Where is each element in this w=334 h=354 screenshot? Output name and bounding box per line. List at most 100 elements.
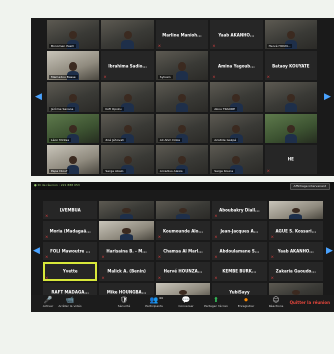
- participant-name: Malick A. (Benin): [107, 268, 146, 274]
- participant-tile[interactable]: Zoé Jéhovah: [101, 113, 154, 143]
- participant-tile[interactable]: Arcadius Alexis: [155, 144, 209, 174]
- speaker-view-button[interactable]: Affichage intervenant: [289, 183, 330, 190]
- participant-name: Yvette: [62, 268, 78, 274]
- participant-tile[interactable]: Jérôme Sansoa: [47, 82, 100, 112]
- muted-microphone-icon: ⨯: [45, 274, 49, 280]
- share-screen-button[interactable]: ⬆ Partager l'écran: [201, 297, 231, 309]
- participant-tile[interactable]: Aboubakry Diall... ⨯: [212, 201, 267, 220]
- participant-name: Arcadius Alexis: [157, 169, 185, 173]
- participant-name: Mike HOUNGBA...: [106, 289, 147, 295]
- leave-meeting-button[interactable]: Quitter la réunion: [290, 300, 330, 305]
- participants-button[interactable]: 👥 Participants: [139, 297, 169, 309]
- muted-microphone-icon: ⨯: [270, 233, 274, 239]
- chat-button[interactable]: 💬 Converser: [171, 297, 201, 309]
- participant-tile[interactable]: Amina Yagoub... ⨯: [210, 51, 263, 81]
- toolbar-label: Partager l'écran: [204, 304, 228, 308]
- participant-tile[interactable]: AGUE S. Kossari... ⨯: [268, 221, 323, 240]
- participant-tile[interactable]: Mamadou Basse: [47, 51, 100, 81]
- participant-tile[interactable]: [101, 20, 154, 50]
- participant-tile[interactable]: [264, 82, 317, 112]
- participant-name: RAFT MADAGA...: [51, 289, 89, 295]
- participant-tile[interactable]: Yvette ⨯: [43, 262, 98, 281]
- muted-microphone-icon: ⨯: [157, 254, 162, 260]
- participant-name: FOLI Mawoutre ...: [50, 248, 91, 254]
- participant-tile[interactable]: [155, 201, 211, 220]
- participant-tile[interactable]: Kofi Opoku: [101, 82, 154, 112]
- muted-microphone-icon: ⨯: [157, 233, 162, 239]
- participant-tile[interactable]: Chamsa Al Marl... ⨯: [155, 241, 211, 261]
- participant-grid-top: Bonomen Pesih Marline Manioh... ⨯ Yaab AKAN…: [47, 20, 317, 174]
- toolbar-label: Réactions: [268, 304, 284, 308]
- reactions-button[interactable]: ☺ Réactions: [261, 297, 291, 309]
- participant-name: LVEMBUA: [59, 207, 81, 213]
- participant-tile[interactable]: [155, 82, 209, 112]
- toolbar-label: Participants: [145, 304, 163, 308]
- participant-name: Papa Diouf: [49, 169, 70, 173]
- participant-tile[interactable]: Ibrahima Sadio... ⨯: [101, 51, 154, 81]
- video-camera-icon: 📹: [65, 296, 75, 304]
- participant-name: Bataoy KOUYATE: [272, 63, 310, 69]
- participant-name: Serge Kouna: [212, 169, 236, 173]
- next-page-arrow-icon[interactable]: ▶: [324, 92, 331, 102]
- participant-tile[interactable]: Ali Ahm Doka: [155, 113, 209, 143]
- participant-tile[interactable]: Abou TRAORE: [210, 82, 263, 112]
- participant-tile[interactable]: Malick A. (Benin) ⨯: [99, 262, 154, 281]
- participant-name: Chamsa Al Marl...: [163, 248, 203, 254]
- participant-video-thumbnail: [284, 93, 298, 112]
- participant-tile[interactable]: Abdoulamane S... ⨯: [212, 241, 267, 261]
- reactions-icon: ☺: [272, 296, 280, 304]
- participant-video-thumbnail: [121, 31, 134, 50]
- participant-video-thumbnail: [120, 228, 134, 240]
- participant-grid-bottom: LVEMBUA ⨯ Aboubakry Diall... ⨯ Moria (Madaga…: [43, 201, 323, 301]
- participant-tile[interactable]: Serge Abalo: [101, 144, 154, 174]
- participant-tile[interactable]: [268, 201, 323, 220]
- participant-tile[interactable]: HE ⨯: [264, 144, 317, 174]
- record-button[interactable]: ⏺ Enregistrer: [231, 297, 261, 309]
- toolbar-label: Sécurité: [117, 304, 131, 308]
- participant-tile[interactable]: [99, 221, 154, 240]
- muted-microphone-icon: ⨯: [103, 74, 107, 80]
- participant-name: Serge Abalo: [103, 169, 126, 173]
- participant-tile[interactable]: Hervé HOUNZA... ⨯: [155, 262, 211, 281]
- participant-tile[interactable]: Aristide Gakpé: [210, 113, 263, 143]
- participant-tile[interactable]: Bataoy KOUYATE ⨯: [264, 51, 317, 81]
- participant-name: HE: [287, 156, 294, 162]
- muted-microphone-icon: ⨯: [45, 254, 49, 260]
- participant-name: Kofi Opoku: [103, 106, 124, 111]
- previous-page-arrow-icon[interactable]: ◀: [33, 246, 40, 256]
- participant-tile[interactable]: [99, 201, 154, 220]
- participant-tile[interactable]: Yaab AKANHO... ⨯: [268, 241, 323, 261]
- participant-tile[interactable]: Serge Kouna: [210, 144, 263, 174]
- video-camera-button[interactable]: 📹 Arrêter la vidéo: [55, 297, 85, 309]
- participant-tile[interactable]: FOLI Mawoutre ... ⨯: [43, 241, 98, 261]
- participant-tile[interactable]: Zakaria Gaoudo... ⨯: [268, 262, 323, 281]
- next-page-arrow-icon[interactable]: ▶: [326, 246, 333, 256]
- participant-tile[interactable]: LVEMBUA ⨯: [43, 201, 98, 220]
- participant-tile[interactable]: Moria (Madagaâ... ⨯: [43, 221, 98, 240]
- participant-tile[interactable]: Harisaina B. - M... ⨯: [99, 241, 154, 261]
- participant-name: Yaab AKANHO...: [277, 248, 314, 254]
- chat-icon: 💬: [181, 296, 191, 304]
- participant-tile[interactable]: Yaab AKANHO... ⨯: [210, 20, 263, 50]
- participant-name: Abdoulamane S...: [219, 248, 260, 254]
- shield-button[interactable]: 🛡 Sécurité: [109, 297, 139, 309]
- participant-name: Yaab AKANHO...: [218, 32, 255, 38]
- participant-name: Jérôme Sansoa: [49, 106, 76, 111]
- previous-page-arrow-icon[interactable]: ◀: [35, 92, 42, 102]
- participant-tile[interactable]: Léon Mintsa: [47, 113, 100, 143]
- participant-tile[interactable]: Koumounde Alo... ⨯: [155, 221, 211, 240]
- participant-name: KEMBE BURK...: [222, 268, 257, 274]
- muted-microphone-icon: ⨯: [266, 74, 270, 80]
- participant-tile[interactable]: Marline Manioh... ⨯: [155, 20, 209, 50]
- participant-tile[interactable]: Sylvain: [155, 51, 209, 81]
- participant-name: Léon Mintsa: [49, 137, 72, 142]
- participant-tile[interactable]: [264, 113, 317, 143]
- participant-tile[interactable]: KEMBE BURK... ⨯: [212, 262, 267, 281]
- participant-name: Abou TRAORE: [212, 106, 237, 111]
- participant-tile[interactable]: Hervé HOUN...: [264, 20, 317, 50]
- participant-tile[interactable]: Jean-Jacques A... ⨯: [212, 221, 267, 240]
- muted-microphone-icon: ⨯: [270, 274, 274, 280]
- participant-tile[interactable]: Papa Diouf: [47, 144, 100, 174]
- participant-name: Moria (Madagaâ...: [49, 228, 91, 234]
- participant-tile[interactable]: Bonomen Pesih: [47, 20, 100, 50]
